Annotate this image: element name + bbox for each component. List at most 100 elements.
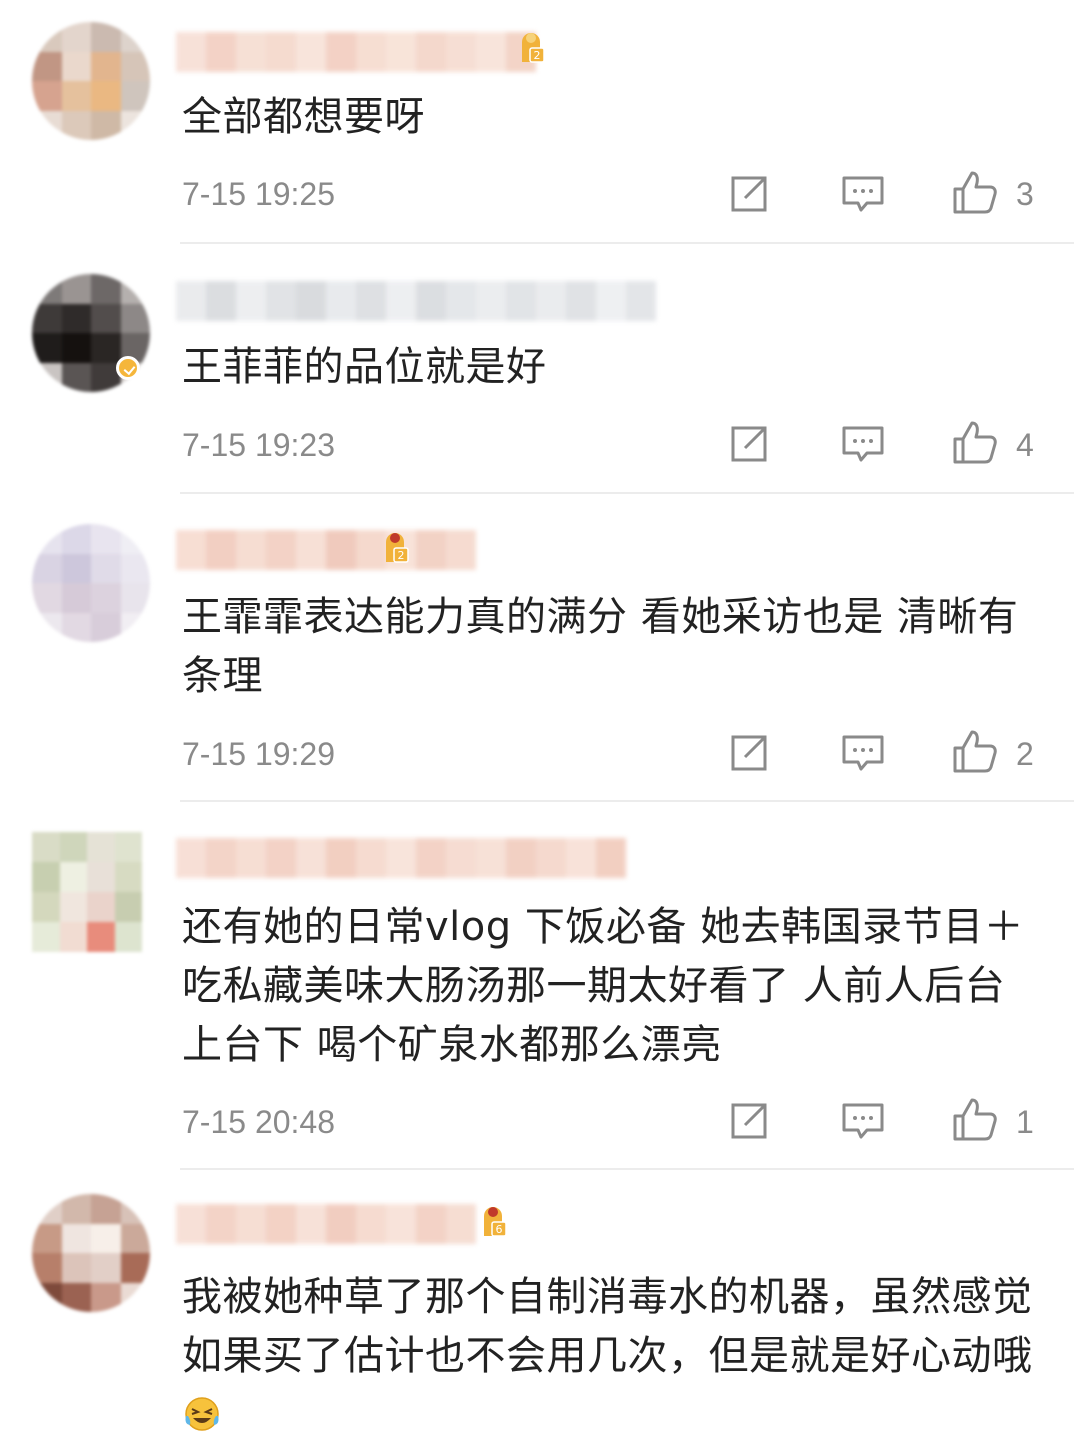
avatar-pixel	[120, 22, 150, 52]
comment-text: 我被她种草了那个自制消毒水的机器，虽然感觉如果买了估计也不会用几次，但是就是好心…	[182, 1268, 1042, 1445]
username-pixel	[446, 838, 476, 878]
like-count: 4	[1016, 427, 1034, 463]
username-pixel	[296, 838, 326, 878]
username-pixel	[386, 838, 416, 878]
share-icon[interactable]	[726, 171, 772, 217]
username-pixel	[176, 838, 206, 878]
username-blurred[interactable]	[176, 32, 536, 72]
avatar-pixel	[120, 1282, 150, 1312]
avatar-pixel	[87, 892, 115, 922]
comment-item: 2 王霏霏表达能力真的满分 看她采访也是 清晰有条理 7-15 19:29 2	[0, 494, 1074, 802]
username-pixel	[506, 838, 536, 878]
avatar-pixel	[91, 1282, 121, 1312]
username-pixel	[206, 1204, 236, 1244]
username-pixel	[416, 838, 446, 878]
avatar-pixel	[32, 1194, 62, 1224]
avatar-pixel	[87, 922, 115, 952]
avatar-pixel	[120, 1253, 150, 1283]
avatar-pixel	[120, 524, 150, 554]
avatar-pixel	[91, 51, 121, 81]
avatar-pixel	[120, 303, 150, 333]
avatar-pixel	[32, 303, 62, 333]
username-pixel	[446, 1204, 476, 1244]
avatar-pixel	[61, 1282, 91, 1312]
username-pixel	[176, 1204, 206, 1244]
avatar-pixel	[59, 832, 87, 862]
avatar-pixel	[87, 832, 115, 862]
avatar[interactable]	[32, 22, 150, 140]
avatar-pixel	[32, 553, 62, 583]
share-icon[interactable]	[726, 730, 772, 776]
thumbs-up-icon[interactable]	[952, 419, 998, 465]
avatar-pixel	[91, 333, 121, 363]
avatar-pixel	[120, 81, 150, 111]
like-count: 2	[1016, 736, 1034, 772]
avatar-pixel	[32, 1223, 62, 1253]
username-blurred[interactable]	[176, 530, 476, 570]
username-pixel	[416, 281, 446, 321]
username-pixel	[236, 32, 266, 72]
username-pixel	[296, 32, 326, 72]
username-pixel	[206, 281, 236, 321]
username-pixel	[386, 281, 416, 321]
comment-icon[interactable]	[840, 171, 886, 217]
user-level-badge-icon: 2	[522, 33, 545, 63]
username-pixel	[596, 281, 626, 321]
avatar-pixel	[32, 22, 62, 52]
avatar-pixel	[32, 1253, 62, 1283]
username-blurred[interactable]	[176, 1204, 476, 1244]
avatar-pixel	[32, 583, 62, 613]
avatar[interactable]	[32, 1194, 150, 1312]
username-pixel	[356, 1204, 386, 1244]
username-pixel	[266, 530, 296, 570]
thumbs-up-icon[interactable]	[952, 728, 998, 774]
avatar-pixel	[32, 862, 60, 892]
username-pixel	[416, 1204, 446, 1244]
share-icon[interactable]	[726, 1098, 772, 1144]
like-count: 1	[1016, 1104, 1034, 1140]
svg-text:2: 2	[398, 549, 405, 562]
avatar-pixel	[87, 862, 115, 892]
comment-timestamp: 7-15 19:23	[182, 427, 336, 463]
avatar-pixel	[32, 333, 62, 363]
avatar-pixel	[61, 110, 91, 140]
username-pixel	[416, 32, 446, 72]
username-pixel	[626, 281, 656, 321]
avatar[interactable]	[32, 832, 142, 952]
avatar-pixel	[120, 612, 150, 642]
avatar-pixel	[91, 110, 121, 140]
comment-icon[interactable]	[840, 421, 886, 467]
username-blurred[interactable]	[176, 838, 626, 878]
username-pixel	[206, 32, 236, 72]
username-blurred[interactable]	[176, 281, 656, 321]
thumbs-up-icon[interactable]	[952, 169, 998, 215]
avatar-pixel	[91, 1194, 121, 1224]
avatar-pixel	[59, 922, 87, 952]
username-pixel	[236, 838, 266, 878]
avatar-pixel	[61, 303, 91, 333]
avatar-pixel	[114, 922, 142, 952]
avatar-pixel	[91, 22, 121, 52]
thumbs-up-icon[interactable]	[952, 1096, 998, 1142]
share-icon[interactable]	[726, 421, 772, 467]
avatar-pixel	[32, 51, 62, 81]
verified-badge-icon	[116, 356, 140, 380]
avatar-pixel	[114, 832, 142, 862]
avatar-pixel	[61, 1194, 91, 1224]
username-pixel	[206, 530, 236, 570]
avatar-pixel	[32, 1282, 62, 1312]
avatar-pixel	[32, 832, 60, 862]
avatar-pixel	[91, 1253, 121, 1283]
avatar-pixel	[120, 110, 150, 140]
comment-text: 王菲菲的品位就是好	[182, 344, 547, 390]
comment-icon[interactable]	[840, 730, 886, 776]
username-pixel	[296, 281, 326, 321]
avatar-pixel	[91, 274, 121, 304]
avatar[interactable]	[32, 524, 150, 642]
username-pixel	[266, 281, 296, 321]
username-pixel	[266, 32, 296, 72]
comment-text: 王霏霏表达能力真的满分 看她采访也是 清晰有条理	[182, 594, 1019, 699]
avatar-pixel	[61, 51, 91, 81]
avatar-pixel	[120, 583, 150, 613]
comment-icon[interactable]	[840, 1098, 886, 1144]
